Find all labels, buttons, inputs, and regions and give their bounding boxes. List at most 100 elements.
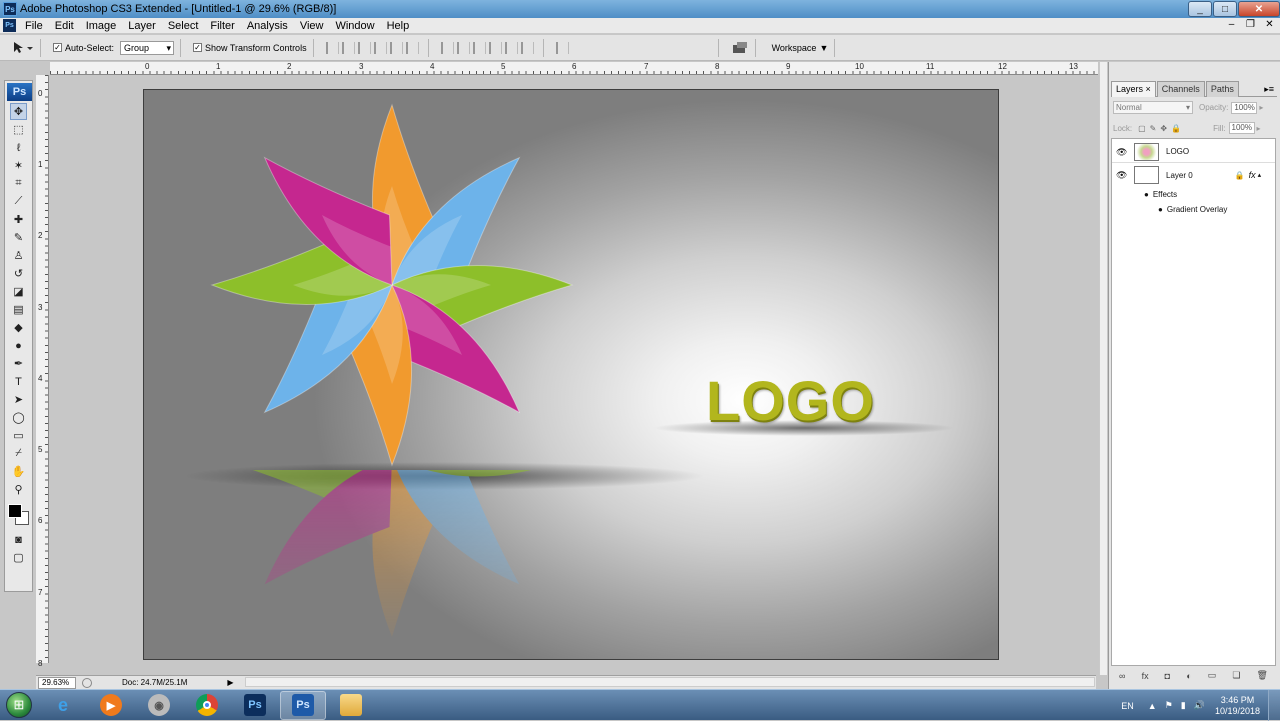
opacity-arrow-icon[interactable]: ▸: [1259, 103, 1263, 112]
move-tool-icon[interactable]: ✥: [10, 103, 27, 120]
zoom-tool-icon[interactable]: ⚲: [10, 481, 27, 498]
auto-select-checkbox[interactable]: ✓: [53, 43, 62, 52]
show-transform-checkbox[interactable]: ✓: [193, 43, 203, 52]
menu-image[interactable]: Image: [80, 20, 123, 32]
add-style-icon[interactable]: fx: [1142, 671, 1149, 681]
auto-select-dropdown[interactable]: Group: [120, 40, 175, 55]
layer-row-logo[interactable]: 👁 LOGO: [1112, 141, 1275, 163]
show-desktop-button[interactable]: [1268, 690, 1280, 721]
distribute-hcenter-icon[interactable]: [504, 41, 518, 54]
logo-text[interactable]: LOGO: [706, 368, 875, 433]
menu-analysis[interactable]: Analysis: [241, 20, 294, 32]
collapse-effects-icon[interactable]: ▴: [1258, 171, 1262, 179]
menu-layer[interactable]: Layer: [122, 20, 162, 32]
document-canvas[interactable]: LOGO: [143, 89, 999, 660]
visibility-eye-icon[interactable]: 👁: [1116, 147, 1127, 156]
effect-eye-icon[interactable]: ●: [1158, 205, 1163, 214]
doc-icon[interactable]: Ps: [3, 19, 16, 32]
taskbar-explorer[interactable]: [328, 691, 374, 720]
auto-align-icon[interactable]: [555, 41, 569, 54]
brush-tool-icon[interactable]: ✎: [10, 229, 27, 246]
distribute-left-icon[interactable]: [488, 41, 502, 54]
language-indicator[interactable]: EN: [1121, 701, 1134, 711]
align-hcenter-icon[interactable]: [389, 41, 403, 54]
shape-tool-icon[interactable]: ◯: [10, 409, 27, 426]
blend-mode-dropdown[interactable]: Normal: [1113, 101, 1193, 114]
move-tool-preset-icon[interactable]: [12, 41, 34, 55]
adjustment-layer-icon[interactable]: ◐: [1186, 671, 1191, 681]
start-button[interactable]: ⊞: [0, 690, 38, 720]
screen-mode-icon[interactable]: ▢: [10, 549, 27, 566]
add-mask-icon[interactable]: ◘: [1165, 671, 1170, 681]
align-bottom-icon[interactable]: [357, 41, 371, 54]
taskbar-photoshop-1[interactable]: Ps: [232, 691, 278, 720]
menu-window[interactable]: Window: [329, 20, 380, 32]
gradient-tool-icon[interactable]: ▤: [10, 301, 27, 318]
slice-tool-icon[interactable]: ⟋: [10, 193, 27, 210]
ruler-vertical[interactable]: 0 1 2 3 4 5 6 7 8: [36, 75, 49, 668]
path-selection-tool-icon[interactable]: ➤: [10, 391, 27, 408]
visibility-eye-icon[interactable]: 👁: [1116, 171, 1127, 180]
menu-view[interactable]: View: [294, 20, 330, 32]
notes-tool-icon[interactable]: ▭: [10, 427, 27, 444]
volume-icon[interactable]: 🔊: [1194, 700, 1205, 711]
foreground-color-swatch[interactable]: [8, 504, 22, 518]
lasso-tool-icon[interactable]: ℓ: [10, 139, 27, 156]
maximize-button[interactable]: □: [1213, 1, 1237, 17]
bridge-button[interactable]: [731, 41, 749, 55]
taskbar-media-center[interactable]: ◉: [136, 691, 182, 720]
tab-layers[interactable]: Layers ×: [1111, 81, 1156, 97]
horizontal-scrollbar[interactable]: [245, 677, 1095, 687]
panel-menu-icon[interactable]: ▸≡: [1264, 84, 1274, 95]
taskbar-chrome[interactable]: [184, 691, 230, 720]
taskbar-photoshop-2[interactable]: Ps: [280, 690, 326, 720]
align-right-icon[interactable]: [405, 41, 419, 54]
gradient-overlay-row[interactable]: ● Gradient Overlay: [1112, 202, 1275, 216]
fx-icon[interactable]: fx: [1249, 170, 1256, 180]
dodge-tool-icon[interactable]: ●: [10, 337, 27, 354]
distribute-vcenter-icon[interactable]: [456, 41, 470, 54]
quick-mask-icon[interactable]: ◙: [10, 531, 27, 548]
menu-file[interactable]: File: [19, 20, 49, 32]
healing-brush-tool-icon[interactable]: ✚: [10, 211, 27, 228]
delete-layer-icon[interactable]: 🗑: [1257, 670, 1268, 681]
eraser-tool-icon[interactable]: ◪: [10, 283, 27, 300]
action-center-icon[interactable]: ⚑: [1165, 700, 1173, 711]
fill-field[interactable]: 100%: [1228, 122, 1255, 134]
taskbar-ie[interactable]: e: [40, 691, 86, 720]
effects-eye-icon[interactable]: ●: [1144, 190, 1149, 199]
tab-paths[interactable]: Paths: [1205, 81, 1239, 97]
ps-logo[interactable]: Ps: [7, 83, 32, 101]
workspace-button[interactable]: Workspace ▼: [772, 43, 829, 53]
pen-tool-icon[interactable]: ✒: [10, 355, 27, 372]
menu-select[interactable]: Select: [162, 20, 205, 32]
history-brush-tool-icon[interactable]: ↺: [10, 265, 27, 282]
show-transform-option[interactable]: ✓ Show Transform Controls: [193, 43, 307, 53]
effects-row[interactable]: ● Effects: [1112, 187, 1275, 201]
status-menu-arrow-icon[interactable]: ▶: [227, 678, 233, 687]
tab-channels[interactable]: Channels: [1156, 81, 1205, 97]
doc-close-button[interactable]: ✕: [1263, 19, 1276, 31]
taskbar-media-player[interactable]: ▶: [88, 691, 134, 720]
type-tool-icon[interactable]: T: [10, 373, 27, 390]
hand-tool-icon[interactable]: ✋: [10, 463, 27, 480]
new-group-icon[interactable]: ▭: [1208, 670, 1217, 681]
network-icon[interactable]: ▮: [1181, 700, 1186, 711]
doc-restore-button[interactable]: ❐: [1244, 19, 1257, 31]
marquee-tool-icon[interactable]: ⬚: [10, 121, 27, 138]
align-vcenter-icon[interactable]: [341, 41, 355, 54]
magic-wand-tool-icon[interactable]: ✶: [10, 157, 27, 174]
menu-help[interactable]: Help: [381, 20, 416, 32]
minimize-button[interactable]: _: [1188, 1, 1212, 17]
clone-stamp-tool-icon[interactable]: ♙: [10, 247, 27, 264]
lock-icons[interactable]: ▢✎✥🔒: [1138, 124, 1185, 133]
layer-row-layer0[interactable]: 👁 Layer 0 🔒 fx ▴: [1112, 164, 1275, 186]
crop-tool-icon[interactable]: ⌗: [10, 175, 27, 192]
ruler-horizontal[interactable]: 0 1 2 3 4 5 6 7 8 9 10 11 12 13: [50, 62, 1098, 75]
distribute-right-icon[interactable]: [520, 41, 534, 54]
eyedropper-tool-icon[interactable]: ⌿: [10, 445, 27, 462]
doc-minimize-button[interactable]: –: [1225, 19, 1238, 31]
opacity-field[interactable]: 100%: [1231, 101, 1258, 114]
close-button[interactable]: ✕: [1238, 1, 1280, 17]
distribute-top-icon[interactable]: [440, 41, 454, 54]
